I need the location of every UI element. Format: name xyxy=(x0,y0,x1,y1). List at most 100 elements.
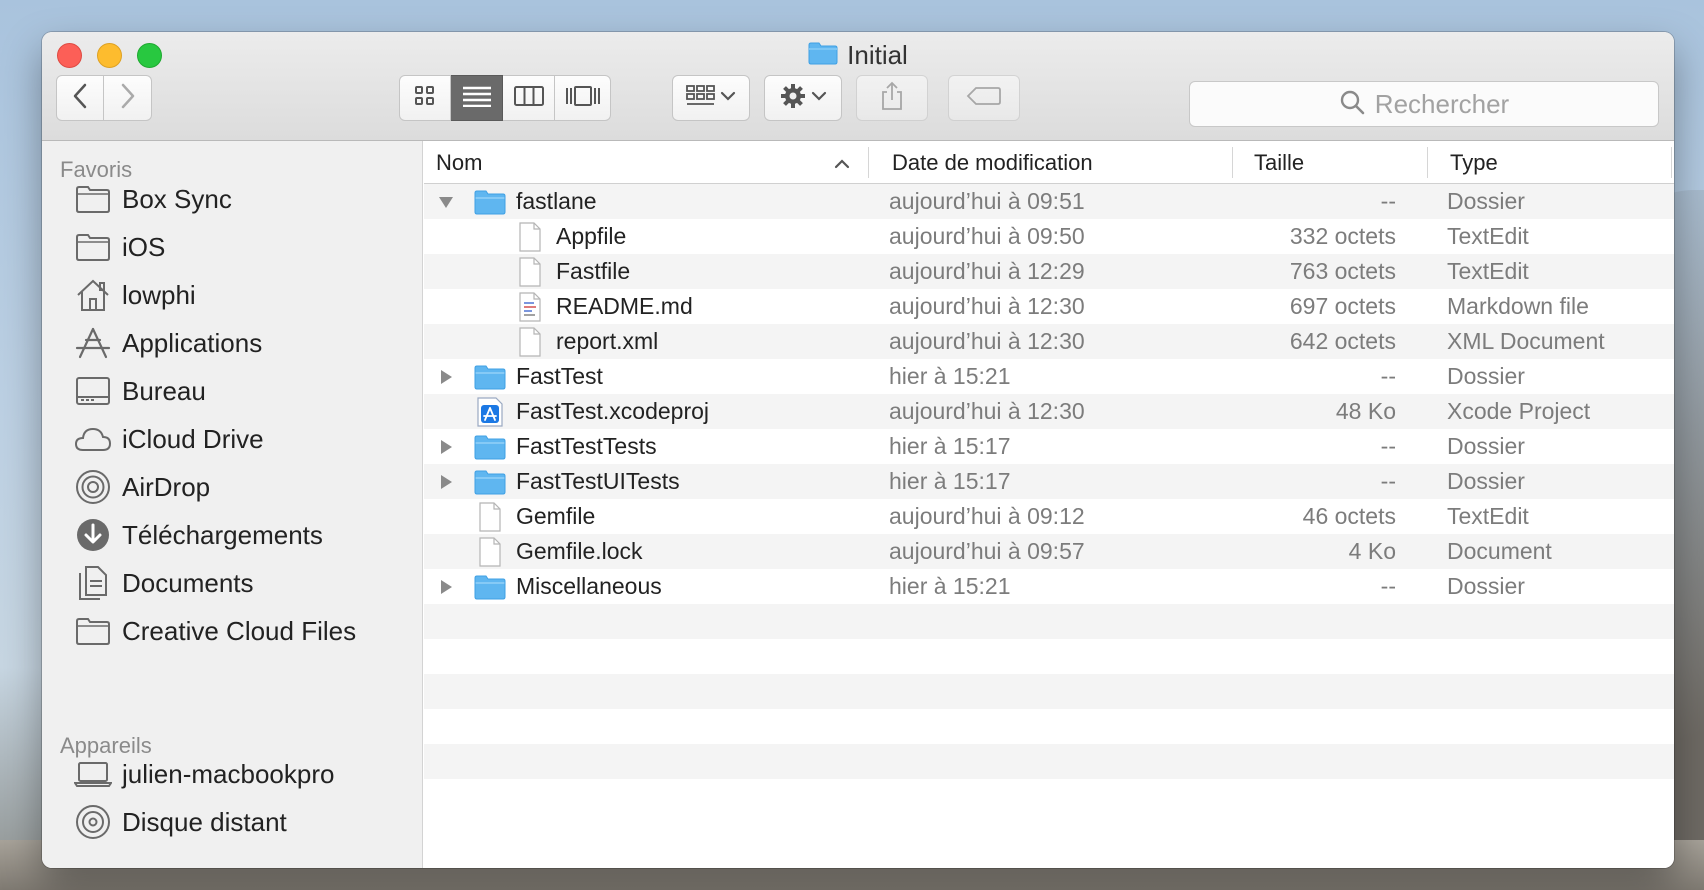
arrange-grid-icon xyxy=(686,84,716,113)
column-divider[interactable] xyxy=(1427,147,1428,178)
table-row[interactable]: Fastfile aujourd’hui à 12:29 763 octets Tex… xyxy=(424,254,1674,289)
sidebar-item-disque-distant[interactable]: Disque distant xyxy=(74,798,414,846)
sidebar-item-label: Bureau xyxy=(122,375,206,406)
table-row[interactable]: FastTestTests hier à 15:17 -- Dossier xyxy=(424,429,1674,464)
column-header-name[interactable]: Nom xyxy=(436,141,850,184)
folder-icon xyxy=(474,362,506,391)
column-header-type-label: Type xyxy=(1450,149,1498,175)
file-date: aujourd’hui à 12:30 xyxy=(889,398,1085,424)
sidebar-item-label: iOS xyxy=(122,231,166,262)
table-row[interactable]: Appfile aujourd’hui à 09:50 332 octets Text… xyxy=(424,219,1674,254)
column-divider[interactable] xyxy=(868,147,869,178)
file-date: aujourd’hui à 12:29 xyxy=(889,258,1085,284)
table-row[interactable]: fastlane aujourd’hui à 09:51 -- Dossier xyxy=(424,184,1674,219)
disclosure-collapsed-icon[interactable] xyxy=(434,569,458,604)
table-row[interactable]: README.md aujourd’hui à 12:30 697 octets Ma… xyxy=(424,289,1674,324)
share-button[interactable] xyxy=(856,75,928,121)
window-title: Initial xyxy=(42,40,1674,71)
list-view-button[interactable] xyxy=(451,75,503,121)
sidebar-item-box-sync[interactable]: Box Sync xyxy=(74,175,414,223)
search-icon xyxy=(1339,89,1365,120)
list-icon xyxy=(462,85,492,112)
cloud-icon xyxy=(74,420,112,458)
cover-flow-view-button[interactable] xyxy=(555,75,611,121)
sidebar-item-icloud-drive[interactable]: iCloud Drive xyxy=(74,415,414,463)
file-size: 697 octets xyxy=(1289,293,1396,319)
empty-row xyxy=(424,639,1674,674)
tag-icon xyxy=(966,86,1002,111)
column-header-type[interactable]: Type xyxy=(1450,141,1650,184)
sidebar-item-applications[interactable]: Applications xyxy=(74,319,414,367)
search-field[interactable]: Rechercher xyxy=(1189,81,1659,127)
finder-window: Initial Rechercher Favoris Box Sync iOS … xyxy=(42,32,1674,868)
file-name: FastTestUITests xyxy=(516,468,680,494)
xcode-project-icon xyxy=(474,396,506,427)
toolbar: Initial Rechercher xyxy=(42,32,1674,141)
file-name: Fastfile xyxy=(556,258,631,284)
file-size: -- xyxy=(1380,188,1396,214)
table-row[interactable]: report.xml aujourd’hui à 12:30 642 octets X… xyxy=(424,324,1674,359)
file-name: report.xml xyxy=(556,328,659,354)
disclosure-expanded-icon[interactable] xyxy=(434,184,458,219)
tags-button[interactable] xyxy=(948,75,1020,121)
downloads-icon xyxy=(74,516,112,554)
file-date: aujourd’hui à 09:57 xyxy=(889,538,1085,564)
empty-row xyxy=(424,709,1674,744)
column-divider xyxy=(1671,147,1672,178)
back-button[interactable] xyxy=(56,75,104,121)
column-divider[interactable] xyxy=(1232,147,1233,178)
sidebar-item-documents[interactable]: Documents xyxy=(74,559,414,607)
file-type: Dossier xyxy=(1447,573,1525,599)
sidebar-item-bureau[interactable]: Bureau xyxy=(74,367,414,415)
sidebar-item-label: Disque distant xyxy=(122,806,287,837)
column-header-date[interactable]: Date de modification xyxy=(892,141,1232,184)
table-row[interactable]: FastTestUITests hier à 15:17 -- Dossier xyxy=(424,464,1674,499)
sidebar-item-label: Box Sync xyxy=(122,183,232,214)
column-header-size-label: Taille xyxy=(1254,149,1305,175)
disclosure-collapsed-icon[interactable] xyxy=(434,359,458,394)
columns-icon xyxy=(513,85,544,111)
chevron-down-icon xyxy=(811,89,827,107)
file-date: aujourd’hui à 12:30 xyxy=(889,328,1085,354)
table-row[interactable]: Miscellaneous hier à 15:21 -- Dossier xyxy=(424,569,1674,604)
forward-button[interactable] xyxy=(104,75,152,121)
file-date: aujourd’hui à 12:30 xyxy=(889,293,1085,319)
column-header-name-label: Nom xyxy=(436,149,483,175)
arrange-button[interactable] xyxy=(672,75,750,121)
sidebar-item-label: julien-macbookpro xyxy=(122,758,335,789)
file-type: TextEdit xyxy=(1447,503,1529,529)
file-size: 642 octets xyxy=(1289,328,1396,354)
table-row[interactable]: FastTest hier à 15:21 -- Dossier xyxy=(424,359,1674,394)
sidebar-item-creative-cloud-files[interactable]: Creative Cloud Files xyxy=(74,607,414,655)
disclosure-collapsed-icon[interactable] xyxy=(434,429,458,464)
column-header-size[interactable]: Taille xyxy=(1254,141,1414,184)
sidebar-item-telechargements[interactable]: Téléchargements xyxy=(74,511,414,559)
sidebar-item-lowphi[interactable]: lowphi xyxy=(74,271,414,319)
empty-row xyxy=(424,604,1674,639)
column-view-button[interactable] xyxy=(503,75,555,121)
icon-view-button[interactable] xyxy=(399,75,451,121)
file-name: README.md xyxy=(556,293,693,319)
disclosure-collapsed-icon[interactable] xyxy=(434,464,458,499)
table-row[interactable]: Gemfile aujourd’hui à 09:12 46 octets TextE… xyxy=(424,499,1674,534)
search-placeholder: Rechercher xyxy=(1374,88,1510,119)
file-type: Dossier xyxy=(1447,363,1525,389)
file-size: -- xyxy=(1380,433,1396,459)
table-row[interactable]: FastTest.xcodeproj aujourd’hui à 12:30 48 … xyxy=(424,394,1674,429)
sidebar-item-airdrop[interactable]: AirDrop xyxy=(74,463,414,511)
sidebar-item-ios[interactable]: iOS xyxy=(74,223,414,271)
file-name: Miscellaneous xyxy=(516,573,662,599)
table-row[interactable]: Gemfile.lock aujourd’hui à 09:57 4 Ko Docum… xyxy=(424,534,1674,569)
sidebar: Favoris Box Sync iOS lowphi Applications… xyxy=(42,141,423,868)
document-icon xyxy=(514,256,546,287)
file-date: aujourd’hui à 09:50 xyxy=(889,223,1085,249)
cover-flow-icon xyxy=(564,85,602,112)
sidebar-item-julien-macbookpro[interactable]: julien-macbookpro xyxy=(74,750,414,798)
file-rows: fastlane aujourd’hui à 09:51 -- Dossier Appf… xyxy=(424,184,1674,814)
gear-icon xyxy=(779,82,807,115)
folder-icon xyxy=(808,41,838,70)
folder-icon xyxy=(74,228,112,266)
action-button[interactable] xyxy=(764,75,842,121)
home-icon xyxy=(74,276,112,314)
file-type: TextEdit xyxy=(1447,258,1529,284)
